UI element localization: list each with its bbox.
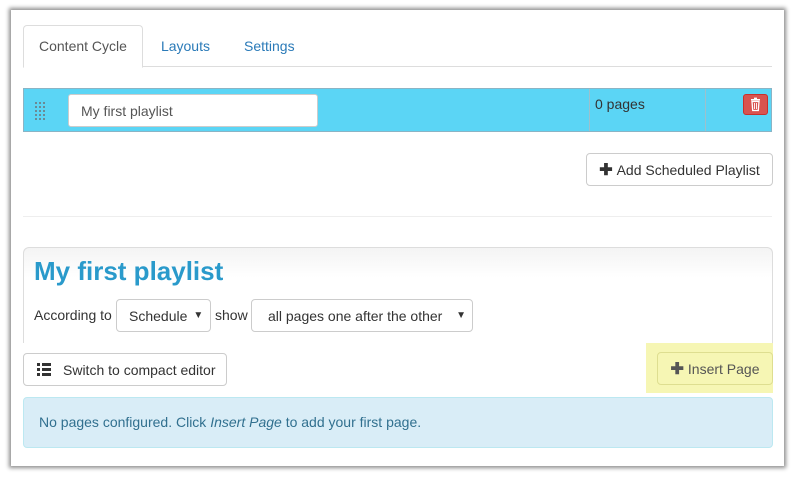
insert-page-button[interactable]: ✚ Insert Page [657, 352, 773, 385]
content-cycle-window: Content Cycle Layouts Settings 0 pages ✚… [11, 10, 784, 466]
playlist-panel: My first playlist According to Schedule … [23, 247, 773, 343]
alert-insert-page-link: Insert Page [210, 414, 282, 430]
caret-down-icon: ▼ [193, 310, 204, 321]
switch-compact-editor-label: Switch to compact editor [63, 361, 216, 378]
plus-icon: ✚ [599, 161, 613, 179]
section-divider [23, 216, 772, 217]
playlist-title: My first playlist [34, 256, 224, 286]
delete-playlist-button[interactable] [743, 94, 768, 115]
tab-settings[interactable]: Settings [228, 25, 311, 67]
pages-mode-select[interactable]: all pages one after the other ▼ [251, 299, 473, 332]
show-label: show [215, 307, 248, 323]
add-scheduled-playlist-label: Add Scheduled Playlist [616, 161, 760, 178]
trash-icon [751, 97, 760, 112]
pages-count: 0 pages [595, 96, 645, 112]
no-pages-alert: No pages configured. Click Insert Page t… [23, 397, 773, 448]
switch-compact-editor-button[interactable]: Switch to compact editor [23, 353, 227, 386]
playlist-name-input[interactable] [68, 94, 318, 127]
schedule-dropdown-value: Schedule [129, 307, 188, 324]
pages-mode-value: all pages one after the other [268, 307, 443, 324]
drag-handle-icon[interactable] [35, 102, 47, 120]
cell-divider [589, 89, 590, 131]
plus-icon: ✚ [670, 360, 684, 378]
tab-bar: Content Cycle Layouts Settings [23, 25, 772, 68]
schedule-dropdown[interactable]: Schedule ▼ [116, 299, 211, 332]
tab-content-cycle[interactable]: Content Cycle [23, 25, 143, 68]
playlist-row[interactable]: 0 pages [23, 88, 772, 132]
insert-page-label: Insert Page [687, 360, 760, 377]
alert-prefix: No pages configured. Click [39, 414, 211, 430]
caret-down-icon: ▼ [456, 310, 466, 321]
list-icon [37, 363, 51, 376]
cell-divider [705, 89, 706, 131]
insert-page-highlight: ✚ Insert Page [646, 343, 773, 393]
according-to-label: According to [34, 307, 112, 323]
tab-layouts[interactable]: Layouts [145, 25, 226, 67]
alert-suffix: to add your first page. [281, 414, 422, 430]
add-scheduled-playlist-button[interactable]: ✚ Add Scheduled Playlist [586, 153, 773, 186]
